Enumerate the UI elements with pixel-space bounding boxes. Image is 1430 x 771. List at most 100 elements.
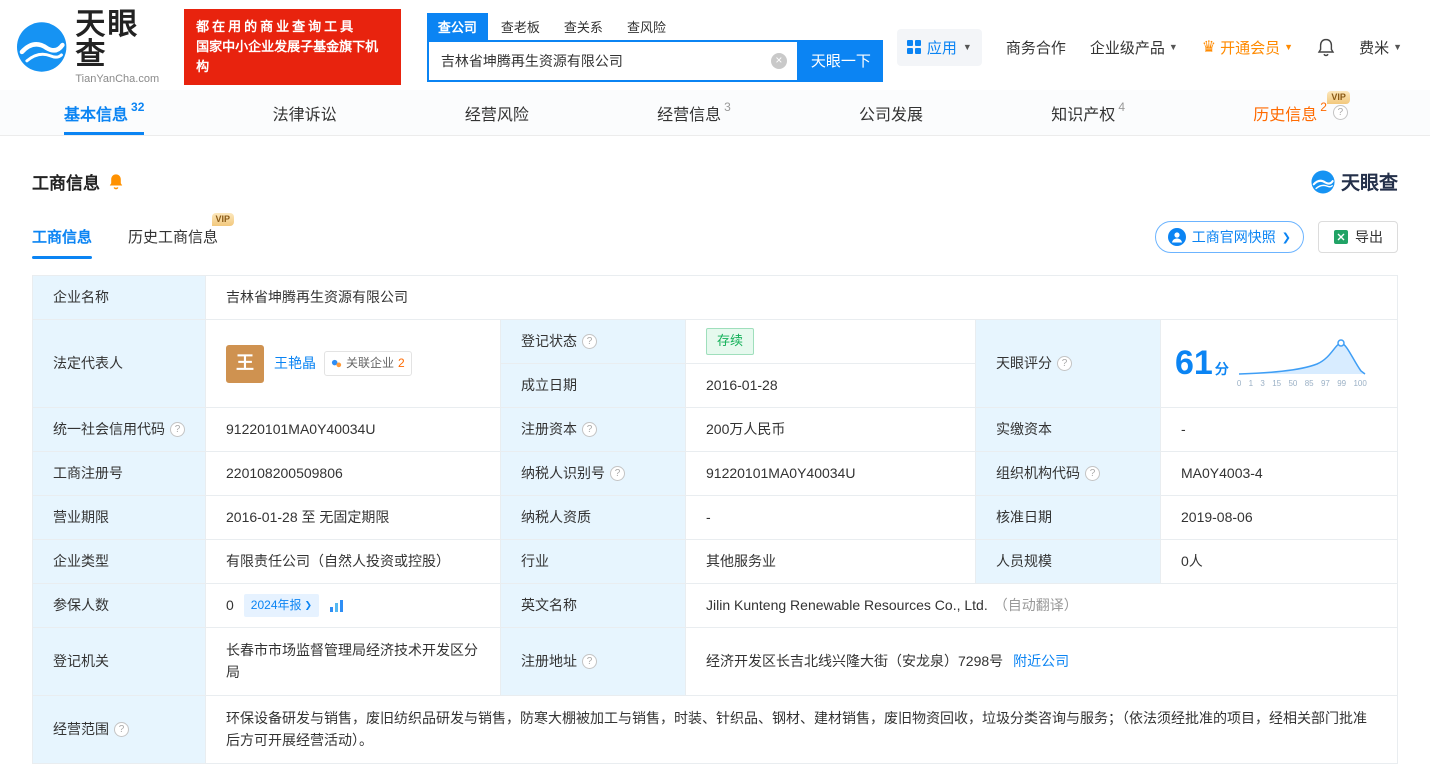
score-unit: 分 [1215,359,1229,381]
value-text: 0 [226,595,234,617]
nav-member-label: 开通会员 [1220,37,1280,58]
credit-code-label: 统一社会信用代码 ? [33,408,206,452]
auto-translate-note: （自动翻译） [994,595,1078,617]
search-tab-company[interactable]: 查公司 [427,13,488,40]
axis-tick: 50 [1288,378,1297,390]
brand-domain: TianYanCha.com [75,73,170,85]
company-tabs: 基本信息 32 法律诉讼 经营风险 经营信息 3 公司发展 知识产权 4 VIP… [0,90,1430,136]
axis-tick: 100 [1353,378,1366,390]
value-text: MA0Y4003-4 [1181,463,1263,485]
search-tab-relation[interactable]: 查关系 [553,13,614,40]
axis-tick: 3 [1260,378,1264,390]
chevron-down-icon: ▼ [963,42,972,52]
nav-member[interactable]: ♛ 开通会员 ▼ [1202,37,1293,58]
tab-label: 经营信息 [657,101,721,125]
notification-bell-icon[interactable] [1317,38,1335,57]
approval-date-label: 核准日期 [976,496,1161,540]
subtab-business-info[interactable]: 工商信息 [32,226,92,259]
search-button[interactable]: 天眼一下 [799,40,883,82]
related-companies-badge[interactable]: 关联企业 2 [324,351,412,376]
search-tabs: 查公司 查老板 查关系 查风险 [427,13,883,40]
insured-trend-icon[interactable] [329,599,344,613]
export-button[interactable]: 导出 [1318,221,1398,253]
help-icon[interactable]: ? [170,422,185,437]
export-label: 导出 [1355,227,1383,247]
value-text: 2016-01-28 [706,375,778,397]
tab-legal-proceedings[interactable]: 法律诉讼 [273,90,337,135]
clear-icon[interactable]: × [771,53,787,69]
reg-capital-label: 注册资本 ? [501,408,686,452]
brand-name: 天眼查 [75,10,170,70]
search-tab-risk[interactable]: 查风险 [616,13,677,40]
slogan-line1: 都在用的商业查询工具 [196,17,389,37]
grid-apps-icon [907,40,921,54]
tab-basic-info[interactable]: 基本信息 32 [64,90,144,135]
value-text: 吉林省坤腾再生资源有限公司 [226,287,408,309]
tab-label: 知识产权 [1051,101,1115,125]
subtab-row: 工商信息 VIP 历史工商信息 工商官网快照 ❯ 导出 [0,195,1430,259]
brand-text: 天眼查 TianYanCha.com [75,10,170,85]
apps-menu[interactable]: 应用 ▼ [897,29,982,66]
tab-label: 经营风险 [465,101,529,125]
subscribe-bell-icon[interactable] [108,173,124,190]
value-text: 220108200509806 [226,463,343,485]
annual-report-label: 2024年报 [251,596,302,615]
help-icon[interactable]: ? [610,466,625,481]
related-companies-icon [331,358,342,369]
legal-rep-label: 法定代表人 [33,320,206,408]
nav-cooperation[interactable]: 商务合作 [1006,37,1066,58]
legal-rep-name-link[interactable]: 王艳晶 [274,353,316,375]
help-icon[interactable]: ? [1085,466,1100,481]
search-input[interactable] [429,53,771,69]
search-tab-boss[interactable]: 查老板 [490,13,551,40]
help-icon[interactable]: ? [582,422,597,437]
help-icon[interactable]: ? [1057,356,1072,371]
label-text: 工商注册号 [53,463,123,485]
axis-tick: 97 [1321,378,1330,390]
subtab-history-business-info[interactable]: VIP 历史工商信息 [128,226,218,259]
label-text: 天眼评分 [996,353,1052,375]
label-text: 法定代表人 [53,353,123,375]
tab-count: 2 [1320,100,1327,114]
nav-enterprise[interactable]: 企业级产品 ▼ [1090,37,1178,58]
value-text: Jilin Kunteng Renewable Resources Co., L… [706,595,988,617]
label-text: 企业类型 [53,551,109,573]
tab-label: 法律诉讼 [273,101,337,125]
value-text: 91220101MA0Y40034U [226,419,375,441]
value-text: 经济开发区长吉北线兴隆大街（安龙泉）7298号 [706,651,1003,673]
value-text: 其他服务业 [706,551,776,573]
brand-logo[interactable]: 天眼查 TianYanCha.com [16,10,170,85]
tab-operation-info[interactable]: 经营信息 3 [657,90,731,135]
score-number: 61 [1175,337,1213,390]
value-text: 2019-08-06 [1181,507,1253,529]
top-nav: 应用 ▼ 商务合作 企业级产品 ▼ ♛ 开通会员 ▼ 费米 ▼ [897,29,1402,66]
label-text: 行业 [521,551,549,573]
business-term-label: 营业期限 [33,496,206,540]
watermark-brand: 天眼查 [1341,168,1398,195]
help-icon[interactable]: ? [582,654,597,669]
section-header: 工商信息 天眼查 [0,136,1430,195]
org-code-value: MA0Y4003-4 [1161,452,1398,496]
tab-operation-risk[interactable]: 经营风险 [465,90,529,135]
legal-rep-avatar[interactable]: 王 [226,345,264,383]
nav-user-menu[interactable]: 费米 ▼ [1359,37,1402,58]
tab-history-info[interactable]: VIP 历史信息 2 ? [1253,90,1366,135]
help-icon[interactable]: ? [582,334,597,349]
approval-date-value: 2019-08-06 [1161,496,1398,540]
help-icon[interactable]: ? [114,722,129,737]
business-term-value: 2016-01-28 至 无固定期限 [206,496,501,540]
paid-capital-value: - [1161,408,1398,452]
value-text: 环保设备研发与销售，废旧纺织品研发与销售，防寒大棚被加工与销售，时装、针织品、钢… [226,708,1369,751]
annual-report-tag[interactable]: 2024年报 ❯ [244,594,319,617]
top-header: 天眼查 TianYanCha.com 都在用的商业查询工具 国家中小企业发展子基… [0,0,1430,90]
official-snapshot-label: 工商官网快照 [1192,227,1276,247]
official-snapshot-button[interactable]: 工商官网快照 ❯ [1155,221,1304,253]
excel-icon [1333,229,1349,245]
score-chart: 0 1 3 15 50 85 97 99 100 [1237,337,1367,390]
tab-intellectual-property[interactable]: 知识产权 4 [1051,90,1125,135]
help-icon[interactable]: ? [1333,105,1348,120]
search-box: × [427,40,799,82]
nearby-companies-link[interactable]: 附近公司 [1013,651,1069,673]
label-text: 核准日期 [996,507,1052,529]
tab-company-development[interactable]: 公司发展 [859,90,923,135]
